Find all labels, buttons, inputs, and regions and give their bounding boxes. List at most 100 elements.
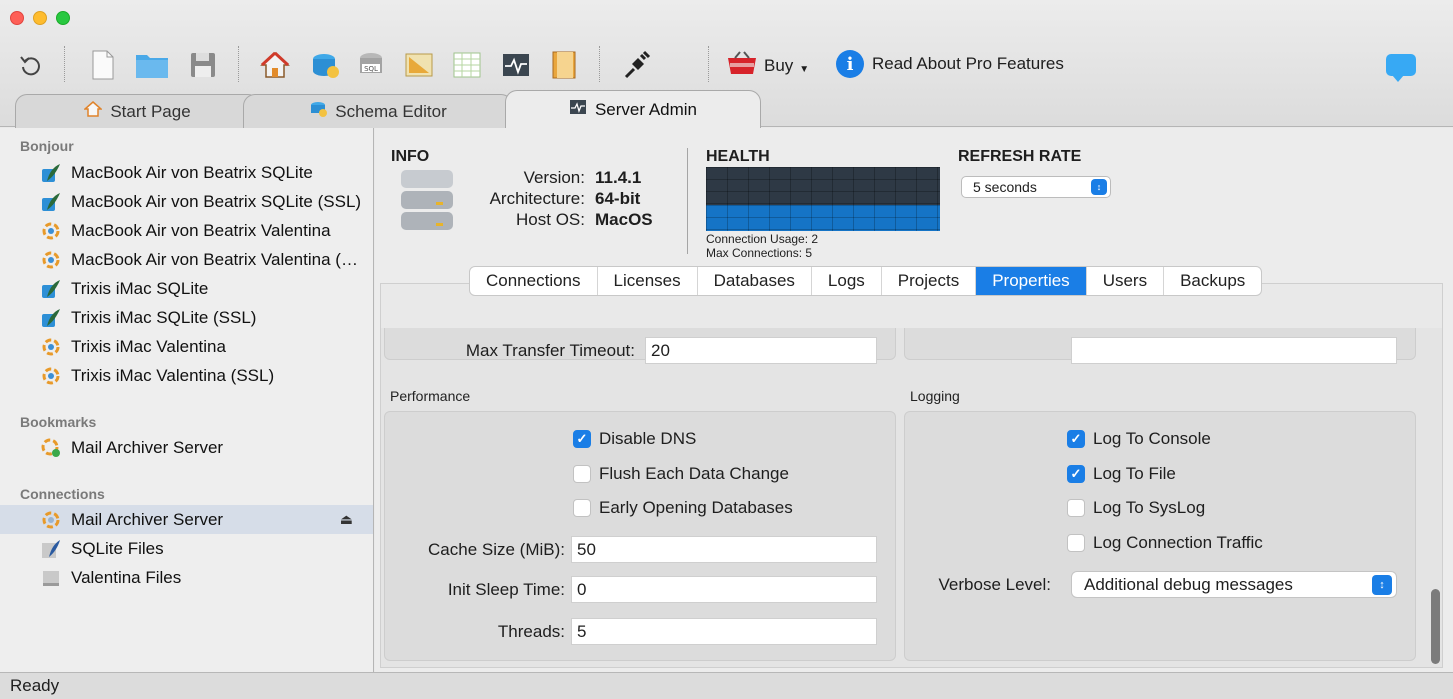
vertical-scrollbar[interactable]	[1431, 589, 1440, 664]
checkbox-label: Log Connection Traffic	[1093, 533, 1263, 552]
log-to-file-checkbox[interactable]: ✓ Log To File	[1067, 464, 1176, 484]
seg-properties[interactable]: Properties	[976, 267, 1087, 295]
buy-button[interactable]: Buy ▼	[726, 50, 809, 81]
sidebar-item-bookmark[interactable]: Mail Archiver Server	[0, 433, 373, 462]
sidebar-item-bonjour[interactable]: Trixis iMac Valentina	[0, 332, 373, 361]
seg-connections[interactable]: Connections	[470, 267, 598, 295]
init-sleep-time-input[interactable]: 0	[571, 576, 877, 603]
seg-users[interactable]: Users	[1087, 267, 1165, 295]
sidebar-item-label: MacBook Air von Beatrix SQLite	[71, 162, 313, 182]
log-to-syslog-checkbox[interactable]: Log To SysLog	[1067, 498, 1205, 518]
zoom-window-button[interactable]	[56, 11, 70, 25]
sidebar-item-connection-selected[interactable]: Mail Archiver Server ⏏	[0, 505, 373, 534]
refresh-rate-select[interactable]: 5 seconds ↕	[961, 176, 1111, 198]
chat-icon[interactable]	[1386, 54, 1416, 82]
disable-dns-checkbox[interactable]: ✓ Disable DNS	[573, 429, 696, 449]
log-connection-traffic-checkbox[interactable]: Log Connection Traffic	[1067, 533, 1263, 553]
sidebar-item-bonjour[interactable]: Trixis iMac SQLite (SSL)	[0, 303, 373, 332]
book-icon[interactable]	[547, 48, 581, 82]
toolbar: SQL Buy ▼ i Read About Pro Features	[14, 44, 1444, 84]
refresh-icon[interactable]	[14, 48, 48, 82]
valentina-icon	[41, 221, 61, 241]
plug-icon[interactable]	[620, 48, 654, 82]
seg-projects[interactable]: Projects	[882, 267, 977, 295]
save-icon[interactable]	[186, 48, 220, 82]
svg-text:SQL: SQL	[364, 65, 378, 73]
status-bar: Ready	[0, 672, 1453, 699]
tab-server-admin[interactable]: Server Admin	[505, 90, 761, 128]
sqlite-feather-icon	[41, 279, 61, 299]
seg-backups[interactable]: Backups	[1164, 267, 1261, 295]
host-os-value: MacOS	[595, 210, 653, 229]
chevron-down-icon: ▼	[799, 64, 810, 75]
sidebar-item-label: Trixis iMac SQLite (SSL)	[71, 307, 257, 327]
properties-scroll-area: Max Transfer Timeout: 20 Performance ✓ D…	[380, 283, 1443, 668]
empty-checkbox-icon	[573, 465, 591, 483]
ruler-icon[interactable]	[402, 48, 436, 82]
checkbox-label: Disable DNS	[599, 429, 697, 448]
sidebar-item-bonjour[interactable]: MacBook Air von Beatrix SQLite (SSL)	[0, 187, 373, 216]
close-window-button[interactable]	[10, 11, 24, 25]
new-file-icon[interactable]	[86, 48, 120, 82]
schema-icon[interactable]	[307, 48, 341, 82]
version-value: 11.4.1	[595, 168, 642, 187]
sidebar-item-connection[interactable]: SQLite Files	[0, 534, 373, 563]
sidebar-item-bonjour[interactable]: Trixis iMac Valentina (SSL)	[0, 361, 373, 390]
sidebar-item-bonjour[interactable]: Trixis iMac SQLite	[0, 274, 373, 303]
tab-start-page[interactable]: Start Page	[15, 94, 260, 128]
basket-icon	[726, 50, 758, 81]
valentina-icon	[41, 337, 61, 357]
open-folder-icon[interactable]	[135, 48, 169, 82]
seg-licenses[interactable]: Licenses	[598, 267, 698, 295]
sqlite-feather-icon	[41, 308, 61, 328]
max-transfer-timeout-input[interactable]: 20	[645, 337, 877, 364]
home-icon[interactable]	[258, 48, 292, 82]
cache-size-input[interactable]: 50	[571, 536, 877, 563]
threads-label: Threads:	[497, 622, 565, 641]
architecture-label: Architecture:	[489, 189, 585, 208]
architecture-value: 64-bit	[595, 189, 641, 208]
seg-logs[interactable]: Logs	[812, 267, 882, 295]
minimize-window-button[interactable]	[33, 11, 47, 25]
info-title: INFO	[391, 148, 430, 165]
upper-right-input[interactable]	[1071, 337, 1397, 364]
performance-panel: ✓ Disable DNS Flush Each Data Change Ear…	[384, 411, 896, 661]
tab-schema-editor[interactable]: Schema Editor	[243, 94, 513, 128]
info-values: Version: 11.4.1 Architecture: 64-bit Hos…	[465, 168, 675, 238]
seg-databases[interactable]: Databases	[698, 267, 812, 295]
valentina-icon	[41, 250, 61, 270]
sidebar-item-bonjour[interactable]: MacBook Air von Beatrix Valentina	[0, 216, 373, 245]
health-graph	[706, 167, 940, 231]
max-connections-text: Max Connections: 5	[706, 246, 813, 260]
early-opening-databases-checkbox[interactable]: Early Opening Databases	[573, 498, 793, 518]
health-title: HEALTH	[706, 148, 770, 165]
table-icon[interactable]	[450, 48, 484, 82]
monitor-icon[interactable]	[499, 48, 533, 82]
logging-title: Logging	[910, 388, 960, 404]
threads-input[interactable]: 5	[571, 618, 877, 645]
sidebar-item-connection[interactable]: Valentina Files	[0, 563, 373, 592]
log-to-console-checkbox[interactable]: ✓ Log To Console	[1067, 429, 1211, 449]
sidebar-item-label: Valentina Files	[71, 567, 182, 587]
max-transfer-timeout-label: Max Transfer Timeout:	[465, 341, 635, 360]
sidebar-item-label: Trixis iMac SQLite	[71, 278, 209, 298]
admin-segmented-control: Connections Licenses Databases Logs Proj…	[469, 266, 1263, 296]
eject-icon[interactable]: ⏏	[340, 511, 353, 528]
flush-each-data-change-checkbox[interactable]: Flush Each Data Change	[573, 464, 789, 484]
cache-size-label: Cache Size (MiB):	[428, 540, 565, 559]
sidebar-item-label: MacBook Air von Beatrix Valentina (SSL)	[71, 249, 363, 269]
sidebar-item-bonjour[interactable]: MacBook Air von Beatrix Valentina (SSL)	[0, 245, 373, 274]
verbose-level-select[interactable]: Additional debug messages ↕	[1071, 571, 1397, 598]
init-sleep-time-label: Init Sleep Time:	[447, 580, 565, 599]
refresh-rate-value: 5 seconds	[973, 179, 1037, 195]
pro-features-button[interactable]: i Read About Pro Features	[836, 50, 1064, 78]
sidebar-item-bonjour[interactable]: MacBook Air von Beatrix SQLite	[0, 158, 373, 187]
empty-checkbox-icon	[1067, 534, 1085, 552]
window-toolbar: SQL Buy ▼ i Read About Pro Features Star…	[0, 0, 1453, 128]
info-icon: i	[836, 50, 864, 78]
valentina-icon	[41, 366, 61, 386]
sqlite-files-icon	[41, 539, 61, 559]
performance-title: Performance	[390, 388, 471, 404]
sql-icon[interactable]: SQL	[354, 48, 388, 82]
checkbox-label: Early Opening Databases	[599, 498, 793, 517]
